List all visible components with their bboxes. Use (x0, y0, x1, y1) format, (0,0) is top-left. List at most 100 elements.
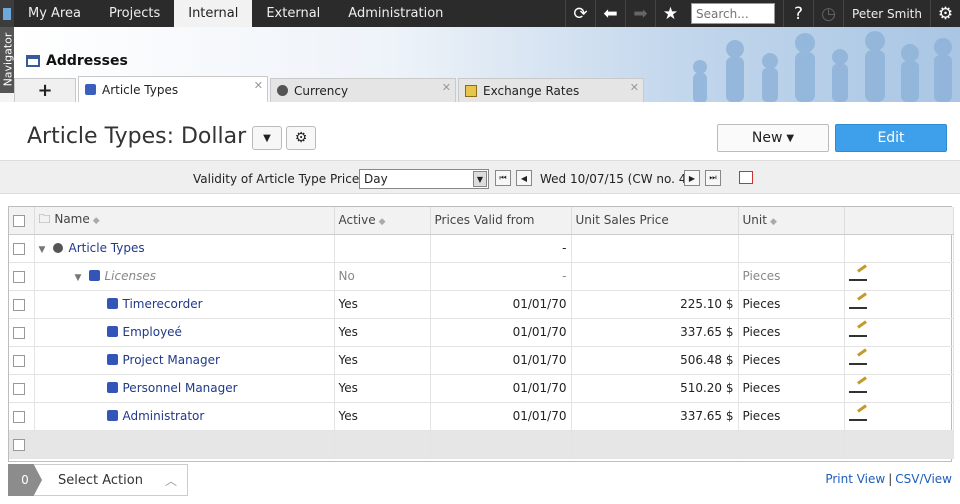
table-row[interactable]: Timerecorder Yes 01/01/70 225.10 $ Piece… (9, 290, 954, 319)
app-icon[interactable] (0, 0, 14, 27)
edit-button[interactable]: Edit (835, 124, 947, 152)
close-icon[interactable]: ✕ (442, 81, 451, 94)
new-button-label: New (751, 130, 783, 146)
table-row[interactable]: ▼ Article Types - (9, 234, 954, 263)
next-page-icon[interactable]: ▶ (684, 170, 700, 186)
export-links: Print View | CSV/View (825, 472, 952, 486)
expand-triangle-icon[interactable]: ▼ (39, 245, 53, 255)
csv-view-link[interactable]: CSV/View (895, 472, 952, 486)
column-active[interactable]: Active ◆ (334, 207, 431, 235)
cube-icon (106, 298, 118, 309)
nav-tab-projects[interactable]: Projects (95, 0, 174, 27)
row-valid-from: 01/01/70 (430, 402, 572, 431)
edit-icon[interactable] (848, 381, 867, 393)
last-page-icon[interactable]: ⏭ (705, 170, 721, 186)
row-actions (844, 234, 954, 263)
row-active: Yes (334, 318, 431, 347)
close-icon[interactable]: ✕ (254, 79, 263, 92)
gear-icon[interactable]: ⚙ (930, 0, 960, 27)
timer-icon[interactable]: ◷ (813, 0, 843, 27)
tab-strip: + Article Types ✕ Currency ✕ Exchange Ra… (14, 76, 644, 102)
table-footer-row (9, 430, 954, 459)
row-price (571, 262, 739, 291)
select-action-menu[interactable]: 0 Select Action ︿ (8, 464, 188, 496)
edit-icon[interactable] (848, 269, 867, 281)
prev-page-icon[interactable]: ◀ (516, 170, 532, 186)
tab-label: Article Types (102, 82, 179, 97)
nav-tab-administration[interactable]: Administration (334, 0, 457, 27)
row-name[interactable]: Project Manager (123, 353, 220, 367)
row-checkbox[interactable] (13, 298, 25, 311)
refresh-icon[interactable]: ⟳ (565, 0, 595, 27)
cube-icon (106, 382, 118, 393)
table-row[interactable]: ▼ Licenses No - Pieces (9, 262, 954, 291)
row-price: 225.10 $ (571, 290, 739, 319)
row-price: 337.65 $ (571, 318, 739, 347)
star-icon[interactable]: ★ (655, 0, 685, 27)
row-name[interactable]: Article Types (69, 241, 145, 255)
row-checkbox[interactable] (13, 410, 25, 423)
table-row[interactable]: Project Manager Yes 01/01/70 506.48 $ Pi… (9, 346, 954, 375)
column-unit[interactable]: Unit ◆ (738, 207, 845, 235)
forward-arrow-icon[interactable]: ➡ (625, 0, 655, 27)
row-checkbox[interactable] (13, 354, 25, 367)
column-valid-from[interactable]: Prices Valid from (430, 207, 572, 235)
row-name[interactable]: Timerecorder (123, 297, 203, 311)
article-types-table: 🗀 Name ◆ Active ◆ Prices Valid from Unit S… (8, 206, 954, 462)
table-row[interactable]: Employeé Yes 01/01/70 337.65 $ Pieces (9, 318, 954, 347)
nav-tab-external[interactable]: External (252, 0, 334, 27)
row-valid-from: - (430, 262, 572, 291)
help-button[interactable]: ? (783, 0, 813, 27)
column-name[interactable]: 🗀 Name ◆ (34, 207, 335, 235)
edit-icon[interactable] (848, 325, 867, 337)
search-input[interactable] (691, 3, 776, 24)
row-name[interactable]: Employeé (123, 325, 182, 339)
row-checkbox[interactable] (13, 326, 25, 339)
row-active: Yes (334, 402, 431, 431)
selected-count-badge: 0 (8, 464, 42, 496)
back-arrow-icon[interactable]: ⬅ (595, 0, 625, 27)
period-select[interactable]: Day ▼ (359, 169, 489, 189)
add-tab-button[interactable]: + (14, 78, 76, 102)
settings-gear-icon[interactable]: ⚙ (286, 126, 316, 150)
row-name[interactable]: Administrator (123, 409, 205, 423)
expand-triangle-icon[interactable]: ▼ (75, 273, 89, 283)
tab-exchange-rates[interactable]: Exchange Rates ✕ (458, 78, 644, 102)
navigator-toggle[interactable]: Navigator (0, 27, 15, 93)
column-unit-price[interactable]: Unit Sales Price (571, 207, 739, 235)
page-title: Article Types: Dollar (27, 124, 247, 149)
edit-icon[interactable] (848, 409, 867, 421)
close-icon[interactable]: ✕ (630, 81, 639, 94)
user-name[interactable]: Peter Smith (843, 0, 930, 27)
row-name[interactable]: Licenses (105, 269, 157, 283)
folder-icon: 🗀 (38, 211, 51, 226)
print-view-link[interactable]: Print View (825, 472, 885, 486)
section-title-text: Addresses (46, 53, 128, 69)
row-price: 506.48 $ (571, 346, 739, 375)
cube-icon (85, 84, 96, 95)
new-button[interactable]: New ▼ (717, 124, 829, 152)
navigator-label: Navigator (1, 32, 15, 87)
row-checkbox[interactable] (13, 382, 25, 395)
row-checkbox[interactable] (13, 270, 25, 283)
edit-icon[interactable] (848, 297, 867, 309)
row-unit: Pieces (738, 402, 845, 431)
title-dropdown-button[interactable]: ▼ (252, 126, 282, 150)
select-all-checkbox[interactable] (9, 207, 35, 235)
table-row[interactable]: Administrator Yes 01/01/70 337.65 $ Piec… (9, 402, 954, 431)
nav-tab-my-area[interactable]: My Area (14, 0, 95, 27)
edit-icon[interactable] (848, 353, 867, 365)
cube-icon (88, 270, 100, 281)
nav-tab-internal[interactable]: Internal (174, 0, 253, 27)
row-valid-from: 01/01/70 (430, 346, 572, 375)
tab-label: Currency (294, 83, 349, 98)
first-page-icon[interactable]: ⏮ (495, 170, 511, 186)
tab-article-types[interactable]: Article Types ✕ (78, 76, 268, 102)
row-checkbox[interactable] (13, 242, 25, 255)
calendar-icon[interactable] (739, 171, 753, 184)
table-row[interactable]: Personnel Manager Yes 01/01/70 510.20 $ … (9, 374, 954, 403)
footer-checkbox[interactable] (13, 438, 25, 451)
tab-currency[interactable]: Currency ✕ (270, 78, 456, 102)
chevron-down-icon[interactable]: ▼ (473, 171, 487, 187)
row-name[interactable]: Personnel Manager (123, 381, 238, 395)
